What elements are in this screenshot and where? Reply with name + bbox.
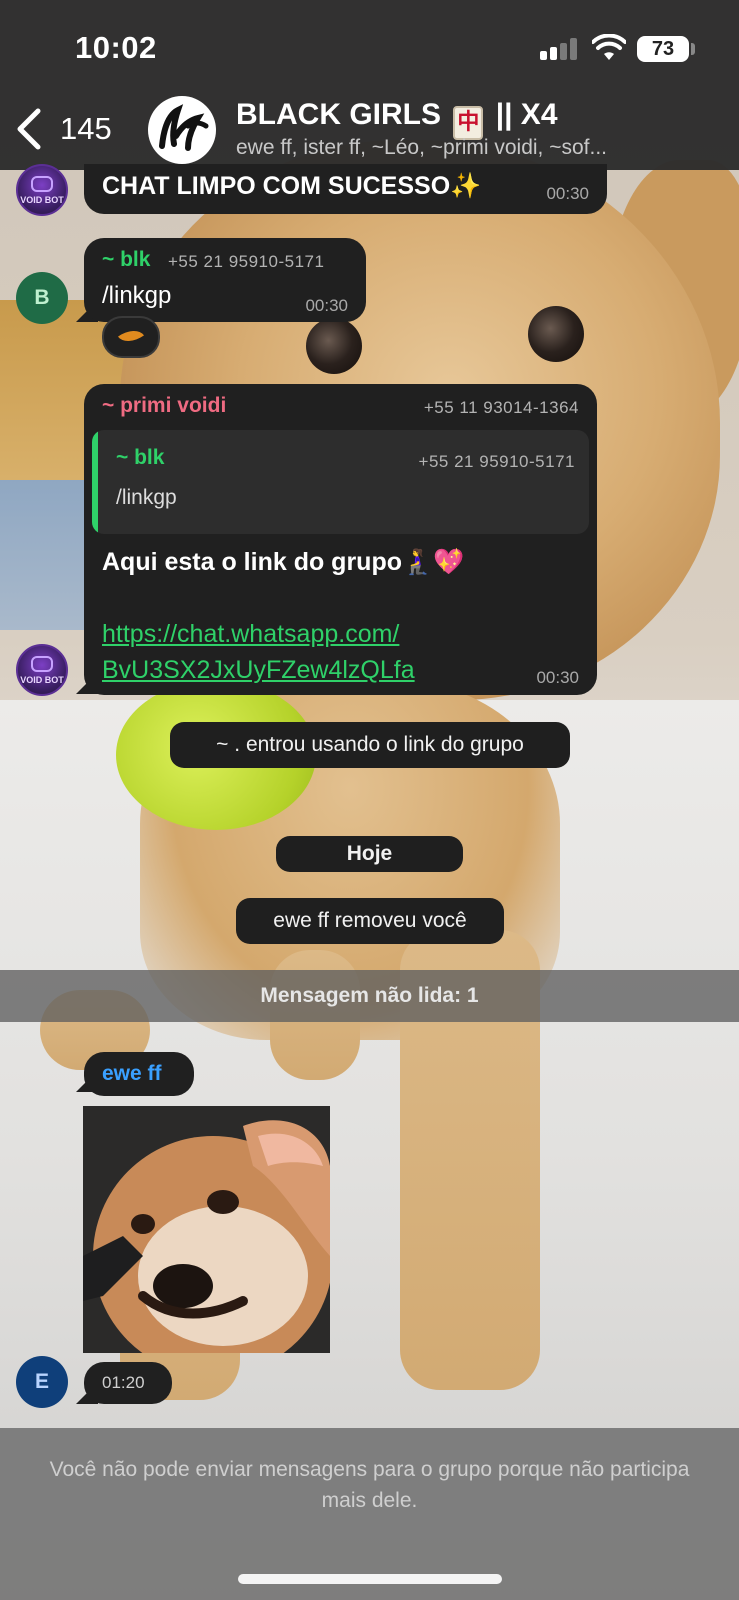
- fallen-leaf-icon: [117, 323, 145, 349]
- quoted-sender-phone: +55 21 95910-5171: [418, 452, 575, 471]
- dog-sticker[interactable]: [83, 1106, 330, 1353]
- group-invite-link-code[interactable]: BvU3SX2JxUyFZew4lzQLfa: [102, 656, 415, 685]
- void-bot-avatar[interactable]: VOID BOT: [16, 644, 68, 696]
- home-indicator[interactable]: [238, 1574, 502, 1584]
- sender-name[interactable]: ewe ff: [102, 1062, 162, 1086]
- group-members-subtitle[interactable]: ewe ff, ister ff, ~Léo, ~primi voidi, ~s…: [236, 136, 696, 160]
- group-avatar[interactable]: [148, 96, 216, 164]
- message-text: /linkgp: [102, 282, 172, 309]
- group-title-suffix: || X4: [495, 98, 558, 131]
- sender-name[interactable]: ~ blk: [102, 248, 150, 272]
- quoted-sender-name: ~ blk: [116, 446, 165, 469]
- message-time: 00:30: [536, 668, 579, 687]
- message-bubble[interactable]: ~ blk +55 21 95910-5171 /linkgp 00:30: [84, 238, 366, 322]
- wifi-icon: [592, 34, 626, 60]
- cannot-send-notice: Você não pode enviar mensagens para o gr…: [49, 1458, 690, 1512]
- avatar-letter: B: [34, 286, 50, 309]
- group-logo-icon: [159, 104, 209, 151]
- battery-icon: 73: [637, 36, 689, 62]
- sender-avatar-e[interactable]: E: [16, 1356, 68, 1408]
- sender-phone: +55 21 95910-5171: [168, 252, 325, 271]
- group-title[interactable]: BLACK GIRLS 中 || X4: [236, 98, 558, 140]
- chevron-left-icon: [17, 108, 41, 150]
- date-chip: Hoje: [276, 836, 463, 872]
- sticker-time-bubble: 01:20: [84, 1362, 172, 1404]
- avatar-label: VOID BOT: [20, 675, 64, 685]
- system-message-removed: ewe ff removeu você: [236, 898, 504, 944]
- message-text: CHAT LIMPO COM SUCESSO✨: [102, 172, 482, 200]
- dog-sticker-image: [83, 1106, 330, 1353]
- avatar-letter: E: [34, 1370, 49, 1393]
- quoted-message[interactable]: ~ blk +55 21 95910-5171 /linkgp: [92, 430, 589, 534]
- quoted-text: /linkgp: [116, 486, 177, 509]
- sender-avatar-b[interactable]: B: [16, 272, 68, 324]
- avatar-label: VOID BOT: [20, 195, 64, 205]
- message-bubble[interactable]: CHAT LIMPO COM SUCESSO✨ 00:30: [84, 164, 607, 214]
- message-text: Aqui esta o link do grupo🧎‍♀️💖: [102, 548, 465, 576]
- status-time: 10:02: [75, 30, 157, 65]
- system-message-joined: ~ . entrou usando o link do grupo: [170, 722, 570, 768]
- back-button[interactable]: 145: [14, 104, 124, 154]
- cellular-signal-icon: [540, 38, 580, 60]
- group-invite-link[interactable]: https://chat.whatsapp.com/: [102, 620, 399, 649]
- sender-phone: +55 11 93014-1364: [423, 398, 579, 417]
- robot-icon: [31, 656, 53, 672]
- message-time: 00:30: [546, 184, 589, 203]
- battery-tip: [691, 43, 695, 55]
- message-time: 01:20: [102, 1373, 145, 1392]
- sender-name-bubble[interactable]: ewe ff: [84, 1052, 194, 1096]
- robot-icon: [31, 176, 53, 192]
- battery-level: 73: [651, 38, 675, 60]
- unread-divider: Mensagem não lida: 1: [0, 970, 739, 1022]
- sender-name[interactable]: ~ primi voidi: [102, 394, 226, 418]
- void-bot-avatar[interactable]: VOID BOT: [16, 164, 68, 216]
- group-title-text: BLACK GIRLS: [236, 98, 441, 131]
- reaction-badge[interactable]: [102, 316, 160, 358]
- message-time: 00:30: [305, 296, 348, 315]
- message-bubble[interactable]: ~ primi voidi +55 11 93014-1364 ~ blk +5…: [84, 384, 597, 695]
- unread-chats-count: 145: [60, 111, 112, 146]
- mahjong-tile-icon: 中: [453, 106, 484, 140]
- quote-accent-bar: [92, 430, 98, 534]
